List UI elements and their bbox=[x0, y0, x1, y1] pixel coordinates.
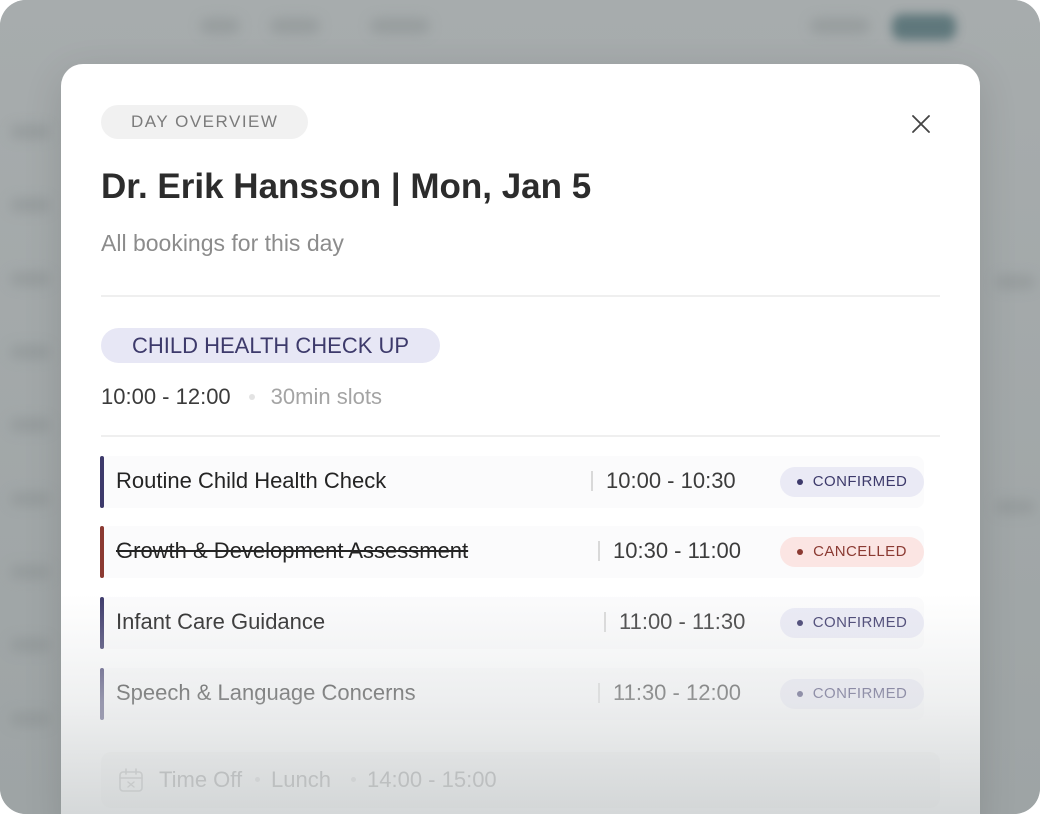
separator-dot bbox=[255, 777, 260, 782]
day-overview-modal: DAY OVERVIEW Dr. Erik Hansson | Mon, Jan… bbox=[61, 64, 980, 814]
separator bbox=[598, 541, 600, 561]
close-button[interactable] bbox=[903, 106, 939, 142]
time-off-time: 14:00 - 15:00 bbox=[367, 767, 497, 792]
status-badge: CONFIRMED bbox=[780, 467, 924, 497]
booking-row[interactable]: Routine Child Health Check 10:00 - 10:30… bbox=[100, 456, 924, 508]
time-off-reason: Lunch bbox=[271, 767, 331, 792]
booking-name: Infant Care Guidance bbox=[116, 609, 326, 634]
modal-title: Dr. Erik Hansson | Mon, Jan 5 bbox=[101, 167, 592, 206]
status-badge: CONFIRMED bbox=[780, 608, 924, 638]
status-label: CONFIRMED bbox=[812, 685, 908, 702]
service-badge: CHILD HEALTH CHECK UP bbox=[101, 328, 441, 363]
status-dot bbox=[796, 479, 803, 485]
divider bbox=[101, 295, 940, 297]
separator bbox=[598, 683, 600, 703]
status-dot bbox=[796, 691, 803, 697]
status-dot bbox=[796, 620, 803, 626]
booking-time: 11:30 - 12:00 bbox=[613, 680, 742, 705]
status-label: CANCELLED bbox=[813, 543, 907, 560]
screen: DAY OVERVIEW Dr. Erik Hansson | Mon, Jan… bbox=[0, 0, 1040, 814]
day-overview-badge: DAY OVERVIEW bbox=[101, 105, 309, 139]
calendar-icon bbox=[119, 768, 143, 792]
booking-time: 10:00 - 10:30 bbox=[606, 468, 736, 493]
booking-row[interactable]: Growth & Development Assessment 10:30 - … bbox=[100, 526, 924, 578]
booking-name: Routine Child Health Check bbox=[116, 468, 387, 493]
separator-dot bbox=[351, 777, 356, 782]
service-time: 10:00 - 12:00 bbox=[101, 384, 231, 409]
separator bbox=[604, 612, 606, 632]
status-label: CONFIRMED bbox=[812, 473, 908, 490]
booking-name: Speech & Language Concerns bbox=[116, 680, 416, 705]
booking-time: 10:30 - 11:00 bbox=[613, 538, 742, 563]
booking-name: Growth & Development Assessment bbox=[116, 538, 469, 563]
separator bbox=[591, 471, 593, 491]
booking-row[interactable]: Infant Care Guidance 11:00 - 11:30 CONFI… bbox=[100, 597, 924, 649]
status-accent-bar bbox=[100, 668, 104, 720]
separator-dot bbox=[248, 394, 255, 400]
booking-time: 11:00 - 11:30 bbox=[619, 609, 746, 634]
status-accent-bar bbox=[100, 597, 104, 649]
status-accent-bar bbox=[100, 526, 104, 578]
close-icon bbox=[912, 115, 930, 133]
time-off-label: Time Off bbox=[159, 767, 243, 792]
status-badge: CANCELLED bbox=[780, 537, 924, 567]
divider bbox=[101, 435, 940, 437]
status-dot bbox=[797, 549, 804, 555]
booking-row[interactable]: Speech & Language Concerns 11:30 - 12:00… bbox=[100, 668, 924, 720]
status-badge: CONFIRMED bbox=[780, 679, 924, 709]
service-time-range: 10:00 - 12:00 30min slots bbox=[101, 384, 382, 410]
slot-length: 30min slots bbox=[270, 384, 382, 409]
modal-subtitle: All bookings for this day bbox=[101, 230, 344, 256]
status-label: CONFIRMED bbox=[812, 614, 908, 631]
status-accent-bar bbox=[100, 456, 104, 508]
time-off-row[interactable]: Time Off Lunch 14:00 - 15:00 bbox=[101, 752, 940, 808]
